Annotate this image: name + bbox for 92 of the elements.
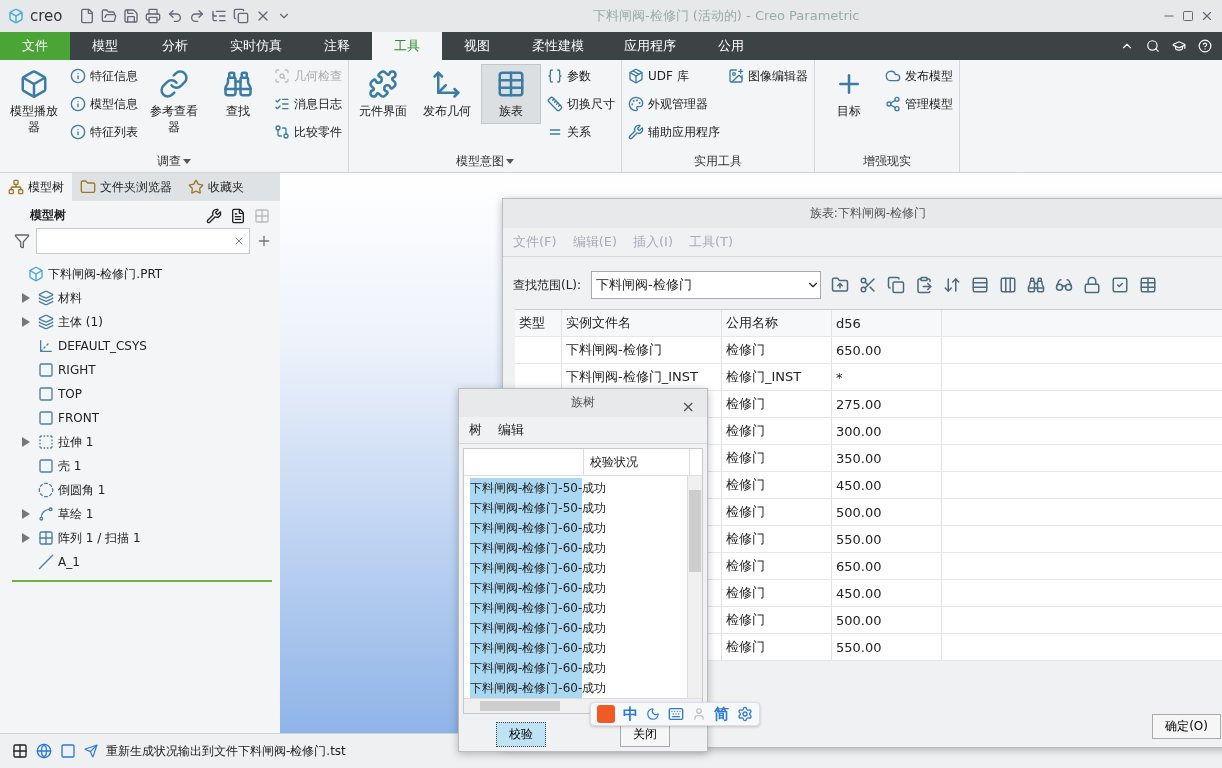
ribbon-button[interactable]: 消息日志 [272, 92, 344, 116]
instance-name[interactable]: 下料闸阀-检修门-60- [470, 618, 582, 638]
group-label: 增强现实 [862, 152, 912, 170]
instance-name[interactable]: 下料闸阀-检修门-60- [470, 678, 582, 698]
ribbon-button[interactable]: 切换尺寸 [545, 92, 617, 116]
app-logo: creo [30, 7, 63, 25]
ribbon-button[interactable]: 参考查看器 [144, 64, 204, 141]
status-text: 成功 [582, 639, 606, 657]
ribbon-button[interactable]: 外观管理器 [626, 92, 722, 116]
ribbon-tab[interactable]: 工具 [372, 32, 442, 60]
scope-label: 查找范围(L): [513, 276, 582, 294]
dialog-title: 族表:下料闸阀-检修门 [809, 205, 927, 223]
ime-mode[interactable]: 中 [623, 704, 638, 724]
ribbon-button[interactable]: 查找 [208, 64, 268, 125]
ribbon-tab[interactable]: 公用 [696, 32, 766, 60]
ribbon-button[interactable]: 目标 [819, 64, 879, 125]
tree-item[interactable]: 材料 [0, 286, 280, 310]
scope-dropdown[interactable]: 下料闸阀-检修门 [591, 271, 822, 300]
tree-item[interactable]: FRONT [0, 406, 280, 430]
status-text: 成功 [582, 519, 606, 537]
instance-name[interactable]: 下料闸阀-检修门-60- [470, 658, 582, 678]
ribbon-button[interactable]: 元件界面 [353, 64, 413, 125]
ribbon-tab[interactable]: 视图 [442, 32, 512, 60]
panel-tab[interactable]: 模型树 [0, 173, 72, 201]
ribbon-tab[interactable]: 分析 [140, 32, 210, 60]
tree-item[interactable]: 主体 (1) [0, 310, 280, 334]
status-text: 成功 [582, 679, 606, 697]
status-text: 成功 [582, 559, 606, 577]
ribbon-tab[interactable]: 实时仿真 [210, 32, 302, 60]
column-header[interactable]: 实例文件名 [562, 310, 722, 337]
ribbon-button[interactable]: 管理模型 [883, 92, 955, 116]
group-label[interactable]: 调查 [4, 150, 344, 172]
ribbon-button[interactable]: 参数 [545, 64, 617, 88]
close-button[interactable]: × [681, 397, 695, 416]
instance-name[interactable]: 下料闸阀-检修门-50- [470, 498, 582, 518]
ribbon-button[interactable]: 辅助应用程序 [626, 120, 722, 144]
ribbon-button[interactable]: 关系 [545, 120, 617, 144]
column-header[interactable]: 校验状况 [584, 449, 690, 475]
ribbon-tab[interactable]: 应用程序 [604, 32, 696, 60]
group-label[interactable]: 模型意图 [353, 150, 617, 172]
panel-title: 模型树 [30, 207, 67, 224]
ribbon-tab[interactable]: 柔性建模 [512, 32, 604, 60]
instance-name[interactable]: 下料闸阀-检修门-60- [470, 538, 582, 558]
ribbon-button[interactable]: UDF 库 [626, 64, 722, 88]
menu-item[interactable]: 编辑 [498, 420, 524, 439]
instance-name[interactable]: 下料闸阀-检修门-60- [470, 638, 582, 658]
tree-item[interactable]: DEFAULT_CSYS [0, 334, 280, 358]
tree-item[interactable]: 拉伸 1 [0, 430, 280, 454]
instance-name[interactable]: 下料闸阀-检修门-60- [470, 518, 582, 538]
status-text: 成功 [582, 579, 606, 597]
dialog-button[interactable]: 校验 [496, 722, 546, 747]
ribbon-button[interactable]: 模型播放器 [4, 64, 64, 141]
instance-name[interactable]: 下料闸阀-检修门-60- [470, 558, 582, 578]
status-text: 成功 [582, 539, 606, 557]
menu-item[interactable]: 树 [469, 420, 482, 439]
ribbon-button[interactable]: 特征列表 [68, 120, 140, 144]
dialog-title: 族树 [571, 394, 595, 412]
group-label: 实用工具 [693, 152, 743, 170]
tree-item[interactable]: 倒圆角 1 [0, 478, 280, 502]
ribbon-tab[interactable]: 注释 [302, 32, 372, 60]
tree-item[interactable]: RIGHT [0, 358, 280, 382]
ribbon-button[interactable]: 族表 [481, 64, 541, 125]
panel-tab[interactable]: 收藏夹 [180, 173, 252, 201]
window-title: 下料闸阀-检修门 (活动的) - Creo Parametric [591, 7, 861, 25]
status-text: 成功 [582, 659, 606, 677]
column-header[interactable]: d56 [832, 310, 942, 337]
tree-item[interactable]: TOP [0, 382, 280, 406]
status-text: 成功 [582, 619, 606, 637]
ribbon-button[interactable]: 发布几何 [417, 64, 477, 125]
column-header[interactable]: 类型 [515, 310, 562, 337]
status-text: 成功 [582, 499, 606, 517]
ribbon-button[interactable]: 模型信息 [68, 92, 140, 116]
ribbon-button[interactable]: 发布模型 [883, 64, 955, 88]
tree-item[interactable]: 阵列 1 / 扫描 1 [0, 526, 280, 550]
instance-name[interactable]: 下料闸阀-检修门-50- [470, 478, 582, 498]
instance-name[interactable]: 下料闸阀-检修门-60- [470, 598, 582, 618]
status-text: 成功 [582, 599, 606, 617]
tree-item[interactable]: 草绘 1 [0, 502, 280, 526]
instance-name[interactable]: 下料闸阀-检修门-60- [470, 578, 582, 598]
ime-script[interactable]: 简 [714, 704, 729, 724]
tree-item[interactable]: 壳 1 [0, 454, 280, 478]
column-header[interactable]: 公用名称 [722, 310, 832, 337]
status-text: 成功 [582, 479, 606, 497]
ok-button[interactable]: 确定(O) [1152, 714, 1221, 739]
tree-item[interactable]: A_1 [0, 550, 280, 574]
ribbon-button[interactable]: 图像编辑器 [726, 64, 810, 88]
panel-tab[interactable]: 文件夹浏览器 [72, 173, 180, 201]
tree-item[interactable]: 下料闸阀-检修门.PRT [0, 262, 280, 286]
ribbon-tab[interactable]: 模型 [70, 32, 140, 60]
status-message: 重新生成状况输出到文件下料闸阀-检修门.tst [106, 742, 346, 760]
ribbon-button[interactable]: 比较零件 [272, 120, 344, 144]
ribbon-button[interactable]: 特征信息 [68, 64, 140, 88]
